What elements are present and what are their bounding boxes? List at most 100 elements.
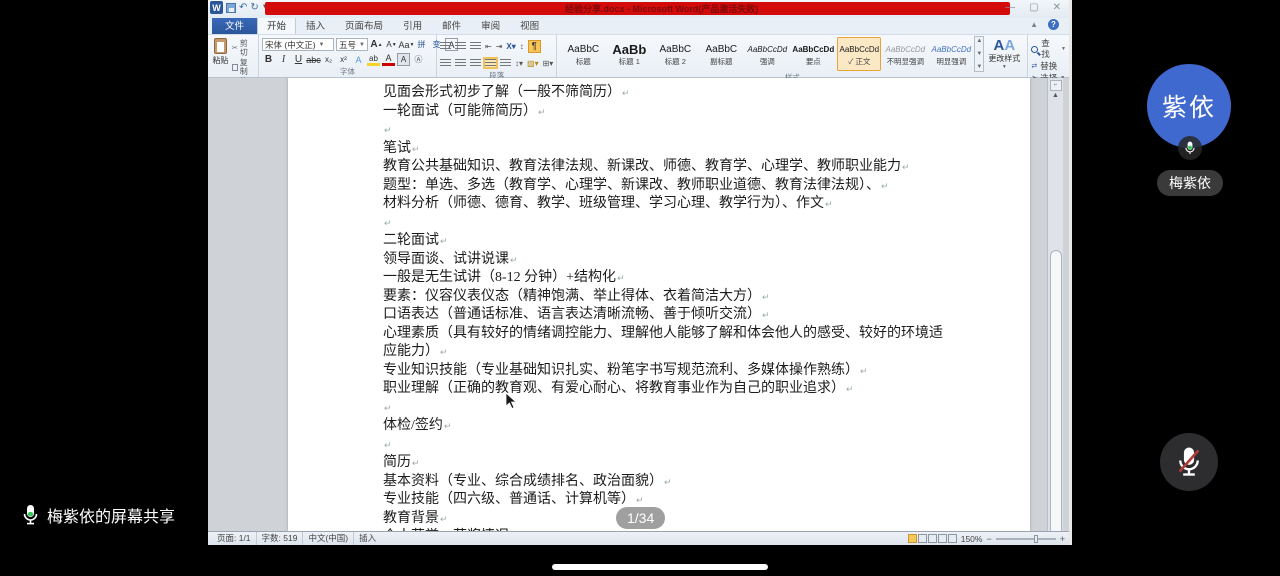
help-icon[interactable]: ? xyxy=(1048,19,1059,30)
text-effects-icon[interactable]: A xyxy=(352,53,365,66)
minimize-ribbon-icon[interactable]: ▲ xyxy=(1030,20,1038,29)
phonetic-guide-icon[interactable]: 拼 xyxy=(415,38,428,51)
paragraph-mark: ↵ xyxy=(902,162,910,172)
align-center-icon[interactable] xyxy=(455,59,466,67)
ruler-toggle-icon[interactable]: ⌐ xyxy=(1050,80,1062,91)
restore-button[interactable]: ▢ xyxy=(1029,2,1038,13)
show-hide-pilcrow-button[interactable]: ¶ xyxy=(528,40,541,53)
scrollbar-thumb[interactable] xyxy=(1050,250,1062,531)
word-logo-icon[interactable]: W xyxy=(210,1,223,14)
close-button[interactable]: ✕ xyxy=(1053,2,1061,13)
font-name-select[interactable]: 宋体 (中文正)▼ xyxy=(262,38,334,51)
document-line: 专业知识技能（专业基础知识扎实、粉笔字书写规范流利、多媒体操作熟练）↵ xyxy=(383,362,990,381)
asian-layout-icon[interactable]: X▾ xyxy=(506,42,515,51)
quick-access-toolbar: W ↶ ↻ ▼ xyxy=(210,1,268,14)
justify-icon[interactable] xyxy=(485,59,496,67)
style-正文[interactable]: AaBbCcDd✓ 正文 xyxy=(837,37,881,71)
bullet-list-icon[interactable] xyxy=(440,42,451,50)
strikethrough-button[interactable]: abc xyxy=(307,53,320,66)
fullscreen-view-icon[interactable] xyxy=(918,534,927,543)
mute-microphone-button[interactable] xyxy=(1160,433,1218,491)
style-标题 2[interactable]: AaBbC标题 2 xyxy=(653,37,697,71)
style-name: ✓ 正文 xyxy=(848,57,870,66)
decrease-indent-icon[interactable]: ⇤ xyxy=(485,42,492,51)
style-要点[interactable]: AaBbCcDd要点 xyxy=(791,37,835,71)
document-page[interactable]: 见面会形式初步了解（一般不筛简历）↵一轮面试（可能筛简历）↵↵笔试↵教育公共基础… xyxy=(288,78,1030,531)
replace-button[interactable]: ⇄替换 xyxy=(1031,61,1066,72)
align-right-icon[interactable] xyxy=(470,59,481,67)
sort-icon[interactable]: ↕ xyxy=(520,42,524,51)
paragraph-mark: ↵ xyxy=(440,236,448,246)
distribute-icon[interactable] xyxy=(500,59,511,67)
zoom-slider-thumb[interactable] xyxy=(1034,535,1038,543)
save-icon[interactable] xyxy=(226,3,236,13)
zoom-out-button[interactable]: − xyxy=(986,534,991,544)
style-preview: AaBbCcDd xyxy=(792,43,834,57)
style-明显强调[interactable]: AaBbCcDd明显强调 xyxy=(929,37,973,71)
style-副标题[interactable]: AaBbC副标题 xyxy=(699,37,743,71)
web-layout-view-icon[interactable] xyxy=(928,534,937,543)
status-language[interactable]: 中文(中国) xyxy=(303,532,354,545)
italic-button[interactable]: I xyxy=(277,53,290,66)
home-indicator-bar[interactable] xyxy=(552,564,768,570)
vertical-scrollbar[interactable]: ⌐ ▲ xyxy=(1047,78,1063,531)
paragraph-mark: ↵ xyxy=(412,144,420,154)
cut-button[interactable]: ✂剪切 xyxy=(232,39,255,57)
participant-tile[interactable]: 紫依 梅紫依 xyxy=(1147,64,1233,196)
document-line: 职业理解（正确的教育观、有爱心耐心、将教育事业作为自己的职业追求）↵ xyxy=(383,380,990,399)
multilevel-list-icon[interactable] xyxy=(470,42,481,50)
status-insert-mode[interactable]: 插入 xyxy=(354,532,381,545)
grow-font-button[interactable]: A▲ xyxy=(370,38,383,51)
underline-button[interactable]: U xyxy=(292,53,305,66)
line-spacing-icon[interactable]: ↕▾ xyxy=(515,59,523,68)
undo-icon[interactable]: ↶ xyxy=(239,1,247,14)
style-标题[interactable]: AaBbC标题 xyxy=(561,37,605,71)
enclose-icon[interactable]: Ⓐ xyxy=(412,53,425,66)
redo-icon[interactable]: ↻ xyxy=(250,1,258,14)
change-case-button[interactable]: Aa▼ xyxy=(400,38,413,51)
style-标题 1[interactable]: AaBb标题 1 xyxy=(607,37,651,71)
status-page[interactable]: 页面: 1/1 xyxy=(212,532,257,545)
styles-gallery-scroll[interactable]: ▲▼▼ xyxy=(974,36,984,72)
style-强调[interactable]: AaBbCcDd强调 xyxy=(745,37,789,71)
style-preview: AaBbCcDd xyxy=(748,43,788,57)
document-line: 一般是无生试讲（8-12 分钟）+结构化↵ xyxy=(383,269,990,288)
superscript-button[interactable]: x² xyxy=(337,53,350,66)
change-styles-button[interactable]: AA 更改样式 ▼ xyxy=(984,38,1024,70)
align-left-icon[interactable] xyxy=(440,59,451,67)
zoom-level[interactable]: 150% xyxy=(961,534,983,544)
document-line: 一轮面试（可能筛简历）↵ xyxy=(383,103,990,122)
paragraph-mark: ↵ xyxy=(384,403,392,413)
change-styles-icon: AA xyxy=(993,38,1015,53)
shrink-font-button[interactable]: A▼ xyxy=(385,38,398,51)
title-bar: W ↶ ↻ ▼ 经验分享.docx - Microsoft Word(产品激活失… xyxy=(208,0,1069,18)
increase-indent-icon[interactable]: ⇥ xyxy=(496,42,503,51)
print-layout-view-icon[interactable] xyxy=(908,534,917,543)
style-不明显强调[interactable]: AaBbCcDd不明显强调 xyxy=(883,37,927,71)
style-preview: AaBb xyxy=(612,43,646,57)
zoom-in-button[interactable]: + xyxy=(1060,534,1065,544)
style-preview: AaBbCcDd xyxy=(932,43,972,57)
paste-button[interactable]: 粘贴 xyxy=(211,38,230,66)
font-size-select[interactable]: 五号▼ xyxy=(336,38,368,51)
find-button[interactable]: 查找▼ xyxy=(1031,38,1066,60)
borders-icon[interactable]: ⊞▾ xyxy=(543,59,554,68)
outline-view-icon[interactable] xyxy=(938,534,947,543)
copy-button[interactable]: 复制 xyxy=(232,58,255,76)
numbered-list-icon[interactable] xyxy=(455,42,466,50)
paragraph-mark: ↵ xyxy=(860,366,868,376)
bold-button[interactable]: B xyxy=(262,53,275,66)
status-word-count[interactable]: 字数: 519 xyxy=(257,532,304,545)
character-shading-icon[interactable]: A xyxy=(397,53,410,66)
zoom-slider[interactable] xyxy=(996,538,1056,540)
subscript-button[interactable]: x₂ xyxy=(322,53,335,66)
highlight-color-icon[interactable]: ab xyxy=(367,53,380,66)
copy-icon xyxy=(232,64,238,71)
scroll-up-icon[interactable]: ▲ xyxy=(1052,91,1059,101)
draft-view-icon[interactable] xyxy=(948,534,957,543)
document-line: 心理素质（具有较好的情绪调控能力、理解他人能够了解和体会他人的感受、较好的环境适 xyxy=(383,325,990,344)
shading-icon[interactable]: ▨▾ xyxy=(527,59,539,68)
document-line: 二轮面试↵ xyxy=(383,232,990,251)
font-color-icon[interactable]: A xyxy=(382,53,395,66)
minimize-button[interactable]: — xyxy=(1005,2,1015,13)
